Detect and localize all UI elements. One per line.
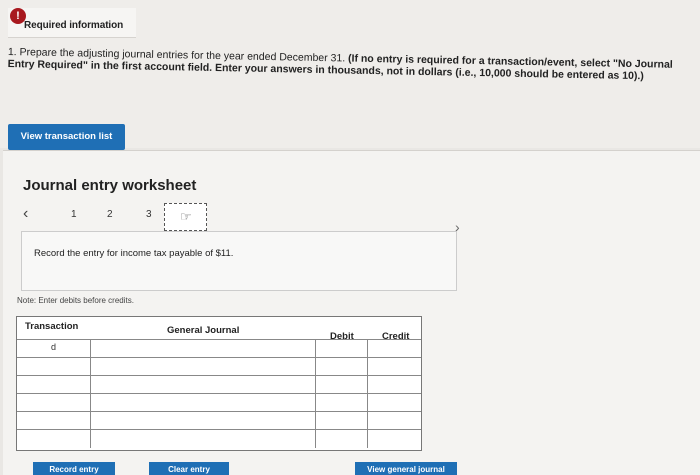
- current-page-tab[interactable]: ☞: [164, 203, 207, 231]
- account-input[interactable]: [90, 394, 315, 412]
- worksheet-title: Journal entry worksheet: [23, 177, 197, 194]
- instructions: 1. Prepare the adjusting journal entries…: [8, 46, 678, 83]
- transaction-cell: [17, 394, 90, 412]
- journal-row: [17, 375, 421, 394]
- credit-input[interactable]: [367, 376, 421, 394]
- transaction-cell: [17, 412, 90, 430]
- credit-input[interactable]: [367, 430, 421, 448]
- debit-input[interactable]: [315, 340, 367, 358]
- view-transaction-list-button[interactable]: View transaction list: [8, 124, 125, 150]
- transaction-cell: [17, 376, 90, 394]
- account-input[interactable]: [90, 430, 315, 448]
- journal-header: Transaction General Journal Debit Credit: [17, 317, 421, 342]
- credit-input[interactable]: [367, 412, 421, 430]
- hand-pointer-icon: ☞: [180, 209, 192, 224]
- page-3-button[interactable]: 3: [146, 209, 152, 220]
- journal-row: [17, 357, 421, 376]
- transaction-cell: [17, 358, 90, 376]
- transaction-cell: [17, 430, 90, 448]
- transaction-cell: d: [50, 342, 56, 352]
- debit-input[interactable]: [315, 358, 367, 376]
- col-transaction: Transaction: [25, 321, 79, 332]
- journal-row: [17, 429, 421, 448]
- record-entry-text: Record the entry for income tax payable …: [34, 248, 234, 259]
- clear-entry-button[interactable]: Clear entry: [149, 462, 229, 475]
- debit-input[interactable]: [315, 430, 367, 448]
- debit-input[interactable]: [315, 376, 367, 394]
- col-general-journal: General Journal: [167, 325, 240, 336]
- debit-input[interactable]: [315, 394, 367, 412]
- record-entry-button[interactable]: Record entry: [33, 462, 115, 475]
- credit-input[interactable]: [367, 394, 421, 412]
- account-input[interactable]: [90, 376, 315, 394]
- credit-input[interactable]: [367, 340, 421, 358]
- journal-row: [17, 411, 421, 430]
- record-entry-instruction: Record the entry for income tax payable …: [21, 231, 457, 291]
- required-information-tab[interactable]: ! Required information: [8, 8, 136, 38]
- worksheet-pager: ‹ 1 2 3 ☞: [23, 203, 223, 233]
- chevron-left-icon[interactable]: ‹: [23, 205, 28, 223]
- debits-note: Note: Enter debits before credits.: [17, 296, 134, 305]
- required-information-label: Required information: [24, 20, 124, 31]
- page-2-button[interactable]: 2: [107, 209, 113, 220]
- account-input[interactable]: [90, 340, 315, 358]
- page-1-button[interactable]: 1: [71, 209, 77, 220]
- account-input[interactable]: [90, 358, 315, 376]
- debit-input[interactable]: [315, 412, 367, 430]
- journal-entry-worksheet: Journal entry worksheet ‹ 1 2 3 ☞ › Reco…: [3, 150, 700, 475]
- account-input[interactable]: [90, 412, 315, 430]
- credit-input[interactable]: [367, 358, 421, 376]
- journal-table: Transaction General Journal Debit Credit…: [16, 316, 422, 451]
- view-general-journal-button[interactable]: View general journal: [355, 462, 457, 475]
- journal-row: [17, 393, 421, 412]
- journal-row: d: [17, 339, 421, 358]
